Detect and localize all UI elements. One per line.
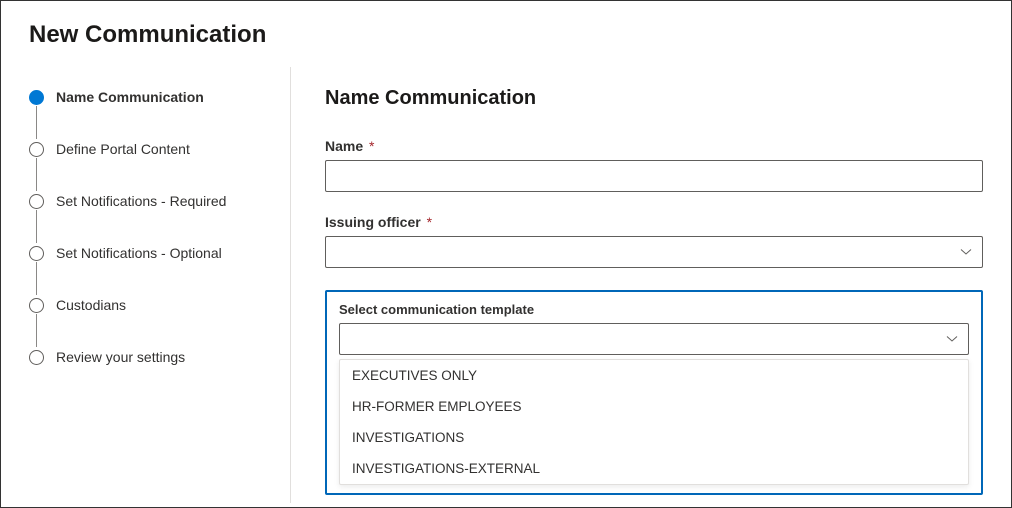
name-label-text: Name — [325, 138, 363, 154]
step-indicator-icon — [29, 350, 44, 365]
field-issuing-officer: Issuing officer * — [325, 214, 983, 268]
section-title: Name Communication — [325, 87, 983, 110]
template-highlight-box: Select communication template EXECUTIVES… — [325, 290, 983, 495]
name-input[interactable] — [325, 160, 983, 192]
template-options-flyout: EXECUTIVES ONLY HR-FORMER EMPLOYEES INVE… — [339, 359, 969, 485]
step-list: Name Communication Define Portal Content… — [29, 87, 270, 367]
chevron-down-icon — [946, 335, 958, 343]
step-custodians[interactable]: Custodians — [29, 295, 270, 315]
name-label: Name * — [325, 138, 983, 154]
step-name-communication[interactable]: Name Communication — [29, 87, 270, 107]
step-label: Set Notifications - Required — [56, 193, 226, 209]
required-indicator: * — [365, 138, 374, 154]
issuing-officer-label: Issuing officer * — [325, 214, 983, 230]
step-indicator-icon — [29, 246, 44, 261]
template-option[interactable]: EXECUTIVES ONLY — [340, 360, 968, 391]
template-dropdown[interactable] — [339, 323, 969, 355]
chevron-down-icon — [960, 248, 972, 256]
template-label: Select communication template — [339, 302, 969, 317]
step-label: Custodians — [56, 297, 126, 313]
step-review-settings[interactable]: Review your settings — [29, 347, 270, 367]
step-label: Set Notifications - Optional — [56, 245, 222, 261]
page-header: New Communication — [1, 1, 1011, 67]
issuing-officer-label-text: Issuing officer — [325, 214, 421, 230]
required-indicator: * — [423, 214, 432, 230]
step-indicator-icon — [29, 90, 44, 105]
step-indicator-icon — [29, 194, 44, 209]
field-name: Name * — [325, 138, 983, 192]
template-option[interactable]: HR-FORMER EMPLOYEES — [340, 391, 968, 422]
step-set-notifications-optional[interactable]: Set Notifications - Optional — [29, 243, 270, 263]
step-define-portal-content[interactable]: Define Portal Content — [29, 139, 270, 159]
wizard-steps-sidebar: Name Communication Define Portal Content… — [1, 67, 291, 503]
step-set-notifications-required[interactable]: Set Notifications - Required — [29, 191, 270, 211]
step-label: Name Communication — [56, 89, 204, 105]
main-content: Name Communication Name * Issuing office… — [291, 67, 1011, 503]
layout: Name Communication Define Portal Content… — [1, 67, 1011, 503]
step-label: Define Portal Content — [56, 141, 190, 157]
step-indicator-icon — [29, 142, 44, 157]
template-option[interactable]: INVESTIGATIONS-EXTERNAL — [340, 453, 968, 484]
template-option[interactable]: INVESTIGATIONS — [340, 422, 968, 453]
page-title: New Communication — [29, 21, 983, 49]
issuing-officer-dropdown[interactable] — [325, 236, 983, 268]
step-label: Review your settings — [56, 349, 185, 365]
step-indicator-icon — [29, 298, 44, 313]
